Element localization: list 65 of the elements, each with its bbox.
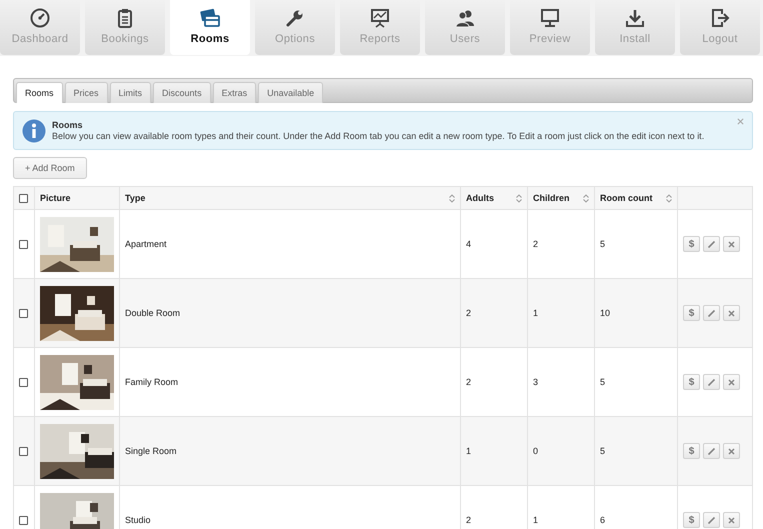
delete-button[interactable] <box>723 443 740 459</box>
column-header[interactable]: Picture <box>34 186 120 210</box>
table-cell: 5 <box>594 416 678 486</box>
logout-icon <box>710 8 730 28</box>
close-icon <box>727 516 736 524</box>
close-icon <box>737 118 744 125</box>
table-cell: 0 <box>528 416 594 486</box>
tab[interactable]: Prices <box>64 82 108 103</box>
gauge-icon <box>30 8 50 28</box>
pencil-icon <box>707 240 716 248</box>
close-icon <box>727 240 736 248</box>
delete-button[interactable] <box>723 305 740 321</box>
price-button[interactable]: $ <box>683 374 700 390</box>
column-header[interactable]: Adults <box>460 186 528 210</box>
tab[interactable]: Limits <box>110 82 152 103</box>
credit-cards-icon <box>200 8 220 28</box>
edit-button[interactable] <box>703 374 720 390</box>
table-cell: 1 <box>460 416 528 486</box>
presentation-icon <box>370 8 390 28</box>
close-icon <box>727 446 736 456</box>
pencil-icon <box>707 308 716 318</box>
edit-button[interactable] <box>703 305 720 321</box>
table-cell: 1 <box>528 278 594 348</box>
select-all-checkbox[interactable] <box>19 194 28 202</box>
monitor-icon <box>540 8 560 28</box>
column-header[interactable]: Type <box>120 186 460 210</box>
edit-button[interactable] <box>703 512 720 528</box>
delete-button[interactable] <box>723 512 740 528</box>
row-checkbox[interactable] <box>19 240 28 248</box>
table-cell: 2 <box>460 278 528 348</box>
row-checkbox[interactable] <box>19 378 28 386</box>
clipboard-icon <box>115 8 135 28</box>
row-checkbox[interactable] <box>19 308 28 318</box>
download-icon <box>625 8 645 28</box>
notice-text: Below you can view available room types and their count. Under the Add Room tab you can edit a new room type. To Edit a room just click on the edit icon next to it. <box>52 131 704 141</box>
add-room-button[interactable]: + Add Room <box>13 157 87 179</box>
pencil-icon <box>707 516 716 524</box>
column-header[interactable]: Room count <box>594 186 678 210</box>
delete-button[interactable] <box>723 236 740 252</box>
price-button[interactable]: $ <box>683 443 700 459</box>
users-icon <box>455 8 475 28</box>
nav-item[interactable]: Rooms <box>170 0 250 55</box>
tab[interactable]: Unavailable <box>258 82 324 103</box>
delete-button[interactable] <box>723 374 740 390</box>
table-cell: Double Room <box>120 278 460 348</box>
pencil-icon <box>707 378 716 386</box>
row-checkbox[interactable] <box>19 516 28 524</box>
tab[interactable]: Discounts <box>153 82 211 103</box>
table-cell: Single Room <box>120 416 460 486</box>
close-icon <box>727 378 736 386</box>
tab[interactable]: Rooms <box>16 82 63 103</box>
price-button[interactable]: $ <box>683 512 700 528</box>
row-checkbox[interactable] <box>19 446 28 456</box>
tab[interactable]: Extras <box>212 82 256 103</box>
close-icon <box>727 308 736 318</box>
info-icon <box>22 118 46 142</box>
column-header[interactable]: Children <box>528 186 594 210</box>
edit-button[interactable] <box>703 236 720 252</box>
edit-button[interactable] <box>703 443 720 459</box>
wrench-icon <box>285 8 305 28</box>
notice-title: Rooms <box>52 120 84 130</box>
price-button[interactable]: $ <box>683 236 700 252</box>
table-cell: 10 <box>594 278 678 348</box>
price-button[interactable]: $ <box>683 305 700 321</box>
pencil-icon <box>707 446 716 456</box>
